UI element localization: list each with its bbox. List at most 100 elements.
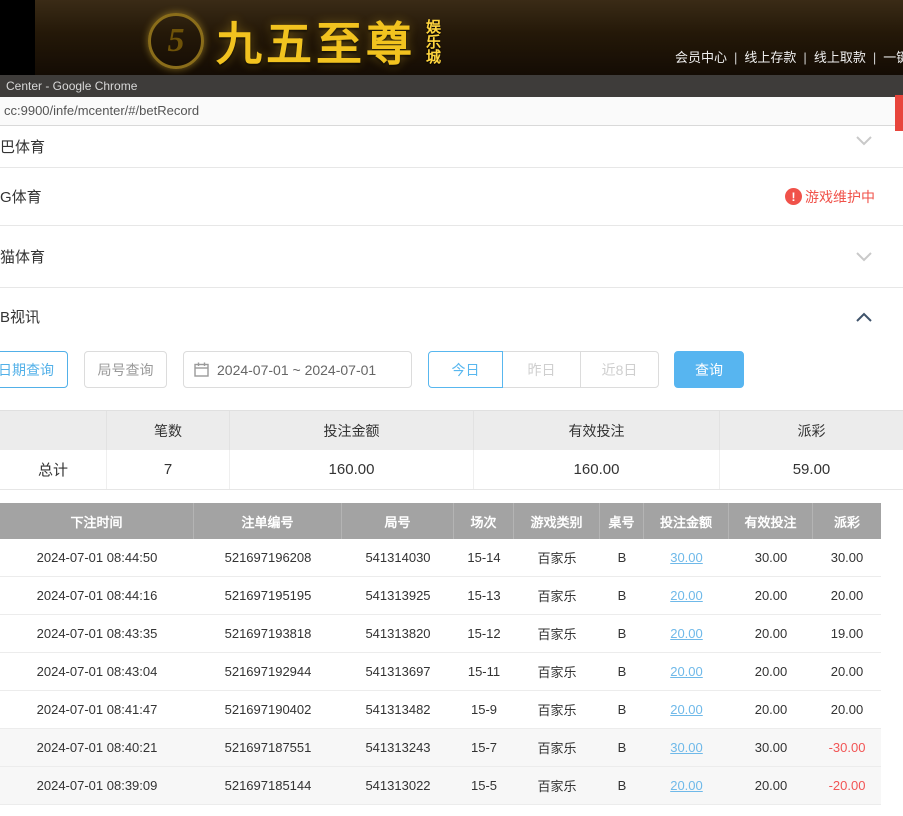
summary-header-empty — [0, 411, 107, 450]
table-row: 2024-07-01 08:40:21 521697187551 5413132… — [0, 729, 881, 767]
cell-session: 15-7 — [454, 729, 514, 766]
bet-amount-link[interactable]: 20.00 — [670, 664, 703, 679]
cell-payout: -20.00 — [813, 767, 881, 804]
top-nav: 会员中心|线上存款|线上取款|一键 — [671, 47, 903, 66]
bet-record-table: 下注时间 注单编号 局号 场次 游戏类别 桌号 投注金额 有效投注 派彩 202… — [0, 503, 881, 805]
cell-valid: 30.00 — [729, 729, 813, 766]
cell-time: 2024-07-01 08:43:35 — [0, 615, 194, 652]
cell-valid: 20.00 — [729, 577, 813, 614]
summary-header-valid: 有效投注 — [474, 411, 720, 450]
red-edge-strip — [895, 95, 903, 131]
accordion-section-panda-sports[interactable]: 猫体育 — [0, 226, 903, 288]
col-valid: 有效投注 — [729, 503, 813, 539]
col-order: 注单编号 — [194, 503, 342, 539]
col-round: 局号 — [342, 503, 454, 539]
cell-time: 2024-07-01 08:41:47 — [0, 691, 194, 728]
cell-round: 541314030 — [342, 539, 454, 576]
cell-session: 15-14 — [454, 539, 514, 576]
summary-table: 笔数 投注金额 有效投注 派彩 总计 7 160.00 160.00 59.00 — [0, 410, 903, 490]
cell-time: 2024-07-01 08:44:16 — [0, 577, 194, 614]
cell-order: 521697195195 — [194, 577, 342, 614]
section-label: 猫体育 — [0, 246, 45, 267]
cell-session: 15-9 — [454, 691, 514, 728]
cell-round: 541313243 — [342, 729, 454, 766]
search-button[interactable]: 查询 — [674, 351, 744, 388]
summary-total-label: 总计 — [0, 450, 107, 489]
cell-order: 521697192944 — [194, 653, 342, 690]
nav-onekey[interactable]: 一键 — [883, 50, 903, 65]
cell-session: 15-12 — [454, 615, 514, 652]
cell-order: 521697187551 — [194, 729, 342, 766]
section-label: 巴体育 — [0, 136, 45, 157]
filter-bar: 日期查询 局号查询 2024-07-01 ~ 2024-07-01 今日 昨日 … — [0, 345, 903, 393]
chevron-down-icon[interactable] — [856, 252, 872, 262]
cell-session: 15-11 — [454, 653, 514, 690]
cell-game: 百家乐 — [514, 653, 600, 690]
date-range-value: 2024-07-01 ~ 2024-07-01 — [217, 362, 376, 378]
table-row: 2024-07-01 08:43:35 521697193818 5413138… — [0, 615, 881, 653]
window-titlebar: Center - Google Chrome — [0, 75, 903, 97]
nav-separator: | — [873, 50, 876, 65]
cell-payout: 19.00 — [813, 615, 881, 652]
cell-round: 541313697 — [342, 653, 454, 690]
table-row: 2024-07-01 08:39:09 521697185144 5413130… — [0, 767, 881, 805]
cell-session: 15-13 — [454, 577, 514, 614]
cell-round: 541313022 — [342, 767, 454, 804]
section-label: B视讯 — [0, 306, 40, 327]
site-logo: 5 九五至尊 娱乐城 — [148, 8, 441, 74]
date-range-picker[interactable]: 2024-07-01 ~ 2024-07-01 — [183, 351, 412, 388]
nav-deposit[interactable]: 线上存款 — [744, 50, 796, 65]
cell-game: 百家乐 — [514, 577, 600, 614]
bet-amount-link[interactable]: 20.00 — [670, 778, 703, 793]
cell-game: 百家乐 — [514, 729, 600, 766]
summary-total-row: 总计 7 160.00 160.00 59.00 — [0, 450, 903, 490]
calendar-icon — [194, 362, 209, 377]
bet-amount-link[interactable]: 20.00 — [670, 588, 703, 603]
round-query-button[interactable]: 局号查询 — [84, 351, 167, 388]
site-header: 5 九五至尊 娱乐城 会员中心|线上存款|线上取款|一键 — [0, 0, 903, 75]
cell-order: 521697193818 — [194, 615, 342, 652]
accordion-section-saba-sports[interactable]: 巴体育 — [0, 126, 903, 168]
bet-amount-link[interactable]: 20.00 — [670, 626, 703, 641]
cell-valid: 20.00 — [729, 653, 813, 690]
cell-order: 521697190402 — [194, 691, 342, 728]
summary-header-payout: 派彩 — [720, 411, 903, 450]
maintenance-badge: ! 游戏维护中 — [785, 187, 875, 207]
url-text[interactable]: cc:9900/infe/mcenter/#/betRecord — [0, 97, 903, 125]
cell-round: 541313820 — [342, 615, 454, 652]
cell-valid: 20.00 — [729, 767, 813, 804]
col-game-type: 游戏类别 — [514, 503, 600, 539]
yesterday-button[interactable]: 昨日 — [502, 351, 581, 388]
chevron-down-icon[interactable] — [856, 136, 872, 146]
today-button[interactable]: 今日 — [428, 351, 503, 388]
cell-table: B — [600, 539, 644, 576]
summary-header-row: 笔数 投注金额 有效投注 派彩 — [0, 410, 903, 450]
bet-amount-link[interactable]: 30.00 — [670, 550, 703, 565]
cell-order: 521697196208 — [194, 539, 342, 576]
col-payout: 派彩 — [813, 503, 881, 539]
nav-member-center[interactable]: 会员中心 — [675, 50, 727, 65]
nav-withdraw[interactable]: 线上取款 — [814, 50, 866, 65]
cell-valid: 20.00 — [729, 691, 813, 728]
maintenance-text: 游戏维护中 — [805, 187, 875, 207]
cell-round: 541313925 — [342, 577, 454, 614]
nav-separator: | — [734, 50, 737, 65]
accordion-section-bb-video[interactable]: B视讯 — [0, 288, 903, 345]
cell-payout: 20.00 — [813, 691, 881, 728]
summary-header-bet: 投注金额 — [230, 411, 474, 450]
accordion-section-ag-sports[interactable]: G体育 ! 游戏维护中 — [0, 168, 903, 226]
alert-icon: ! — [785, 188, 802, 205]
cell-order: 521697185144 — [194, 767, 342, 804]
date-query-button[interactable]: 日期查询 — [0, 351, 68, 388]
chevron-up-icon[interactable] — [856, 312, 872, 322]
cell-valid: 20.00 — [729, 615, 813, 652]
col-bet: 投注金额 — [644, 503, 729, 539]
bet-amount-link[interactable]: 30.00 — [670, 740, 703, 755]
cell-table: B — [600, 691, 644, 728]
address-bar[interactable]: cc:9900/infe/mcenter/#/betRecord — [0, 97, 903, 126]
cell-table: B — [600, 767, 644, 804]
cell-game: 百家乐 — [514, 767, 600, 804]
col-time: 下注时间 — [0, 503, 194, 539]
last-8-days-button[interactable]: 近8日 — [580, 351, 659, 388]
bet-amount-link[interactable]: 20.00 — [670, 702, 703, 717]
